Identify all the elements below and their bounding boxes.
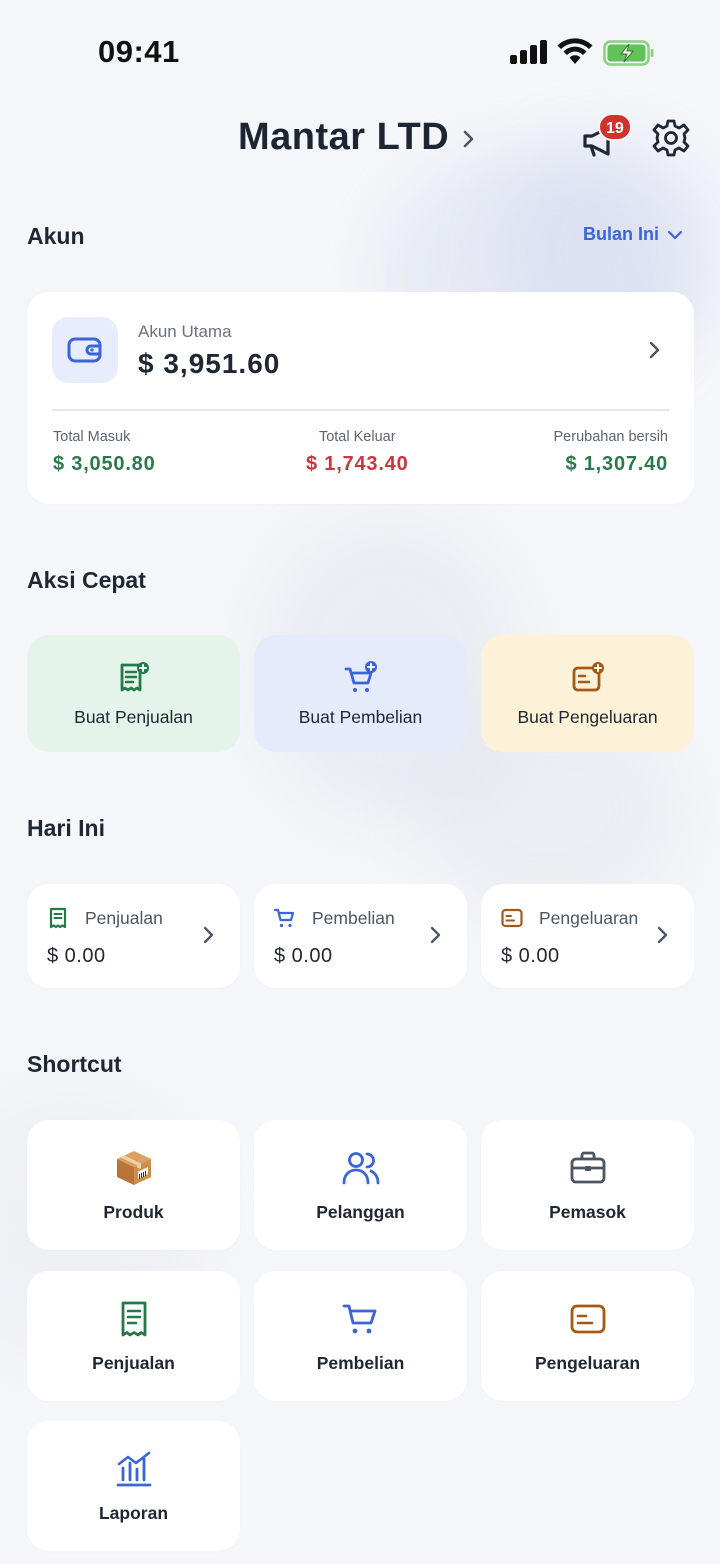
shortcut-products[interactable]: Produk bbox=[27, 1120, 240, 1250]
wallet-plus-icon bbox=[572, 662, 604, 692]
stat-net-change: Perubahan bersih $ 1,307.40 bbox=[554, 429, 668, 476]
chevron-right-icon bbox=[203, 926, 214, 944]
status-bar: 09:41 bbox=[0, 0, 720, 100]
shortcut-reports[interactable]: Laporan bbox=[27, 1421, 240, 1551]
shortcut-expenses[interactable]: Pengeluaran bbox=[481, 1271, 694, 1401]
receipt-icon bbox=[121, 1301, 146, 1337]
cart-plus-icon bbox=[344, 661, 377, 692]
stat-label: Total Masuk bbox=[53, 429, 131, 445]
quick-action-new-expense[interactable]: Buat Pengeluaran bbox=[481, 635, 694, 752]
shortcut-label: Pelanggan bbox=[316, 1202, 405, 1222]
briefcase-icon bbox=[570, 1151, 605, 1184]
app-header: Mantar LTD 19 bbox=[0, 110, 720, 170]
period-dropdown[interactable]: Bulan Ini bbox=[583, 224, 683, 245]
shortcuts-title: Shortcut bbox=[27, 1051, 122, 1077]
notification-badge: 19 bbox=[598, 113, 632, 141]
quick-action-new-sale[interactable]: Buat Penjualan bbox=[27, 635, 240, 752]
quick-action-label: Buat Penjualan bbox=[74, 707, 193, 727]
cellular-signal-icon bbox=[510, 40, 548, 64]
shortcut-label: Pemasok bbox=[549, 1202, 626, 1222]
wallet-icon bbox=[501, 908, 523, 928]
stat-value: $ 3,050.80 bbox=[53, 453, 156, 475]
shortcut-label: Penjualan bbox=[92, 1353, 175, 1373]
quick-action-label: Buat Pembelian bbox=[298, 707, 423, 727]
shortcut-label: Produk bbox=[103, 1202, 164, 1222]
chevron-right-icon[interactable] bbox=[645, 336, 665, 364]
cart-icon bbox=[342, 1304, 376, 1334]
today-item-label: Pembelian bbox=[312, 908, 395, 928]
shortcut-label: Pembelian bbox=[316, 1353, 405, 1373]
wallet-icon bbox=[570, 1304, 605, 1334]
account-balance: $ 3,951.60 bbox=[138, 348, 281, 379]
quick-actions-title: Aksi Cepat bbox=[27, 567, 146, 593]
period-label: Bulan Ini bbox=[583, 224, 659, 244]
stat-value: $ 1,743.40 bbox=[306, 453, 409, 475]
divider bbox=[52, 409, 669, 411]
quick-action-label: Buat Pengeluaran bbox=[517, 707, 658, 727]
shortcut-label: Pengeluaran bbox=[534, 1353, 641, 1373]
company-name[interactable]: Mantar LTD bbox=[238, 116, 449, 159]
shortcut-purchases[interactable]: Pembelian bbox=[254, 1271, 467, 1401]
stat-label: Total Keluar bbox=[318, 429, 396, 445]
account-card[interactable]: Akun Utama $ 3,951.60 Total Masuk $ 3,05… bbox=[27, 292, 694, 504]
battery-charging-icon bbox=[603, 40, 654, 66]
stat-total-out: Total Keluar $ 1,743.40 bbox=[306, 429, 409, 476]
shortcut-sales[interactable]: Penjualan bbox=[27, 1271, 240, 1401]
stat-total-in: Total Masuk $ 3,050.80 bbox=[53, 429, 156, 476]
settings-gear-icon[interactable] bbox=[651, 118, 691, 158]
chevron-right-icon bbox=[657, 926, 668, 944]
wallet-icon-box bbox=[52, 317, 118, 383]
receipt-plus-icon bbox=[120, 662, 149, 692]
account-section-title: Akun bbox=[27, 223, 85, 249]
chevron-down-icon bbox=[667, 230, 683, 239]
today-item-value: $ 0.00 bbox=[501, 945, 560, 967]
today-sales-card[interactable]: Penjualan $ 0.00 bbox=[27, 884, 240, 988]
chart-icon bbox=[116, 1451, 151, 1487]
today-title: Hari Ini bbox=[27, 815, 105, 841]
today-item-value: $ 0.00 bbox=[274, 945, 333, 967]
wallet-icon bbox=[67, 337, 102, 363]
account-name: Akun Utama bbox=[138, 322, 232, 341]
cart-icon bbox=[274, 908, 295, 928]
stat-value: $ 1,307.40 bbox=[565, 453, 668, 475]
today-purchases-card[interactable]: Pembelian $ 0.00 bbox=[254, 884, 467, 988]
chevron-right-icon[interactable] bbox=[458, 124, 480, 154]
status-time: 09:41 bbox=[98, 34, 180, 69]
shortcut-suppliers[interactable]: Pemasok bbox=[481, 1120, 694, 1250]
package-icon bbox=[116, 1151, 151, 1185]
receipt-icon bbox=[49, 907, 67, 929]
today-item-label: Penjualan bbox=[85, 908, 163, 928]
quick-action-new-purchase[interactable]: Buat Pembelian bbox=[254, 635, 467, 752]
shortcut-customers[interactable]: Pelanggan bbox=[254, 1120, 467, 1250]
today-expenses-card[interactable]: Pengeluaran $ 0.00 bbox=[481, 884, 694, 988]
chevron-right-icon bbox=[430, 926, 441, 944]
wifi-icon bbox=[557, 38, 593, 64]
users-icon bbox=[342, 1152, 379, 1185]
stat-label: Perubahan bersih bbox=[553, 429, 668, 445]
today-item-label: Pengeluaran bbox=[539, 908, 639, 928]
today-item-value: $ 0.00 bbox=[47, 945, 106, 967]
shortcut-label: Laporan bbox=[98, 1503, 169, 1523]
